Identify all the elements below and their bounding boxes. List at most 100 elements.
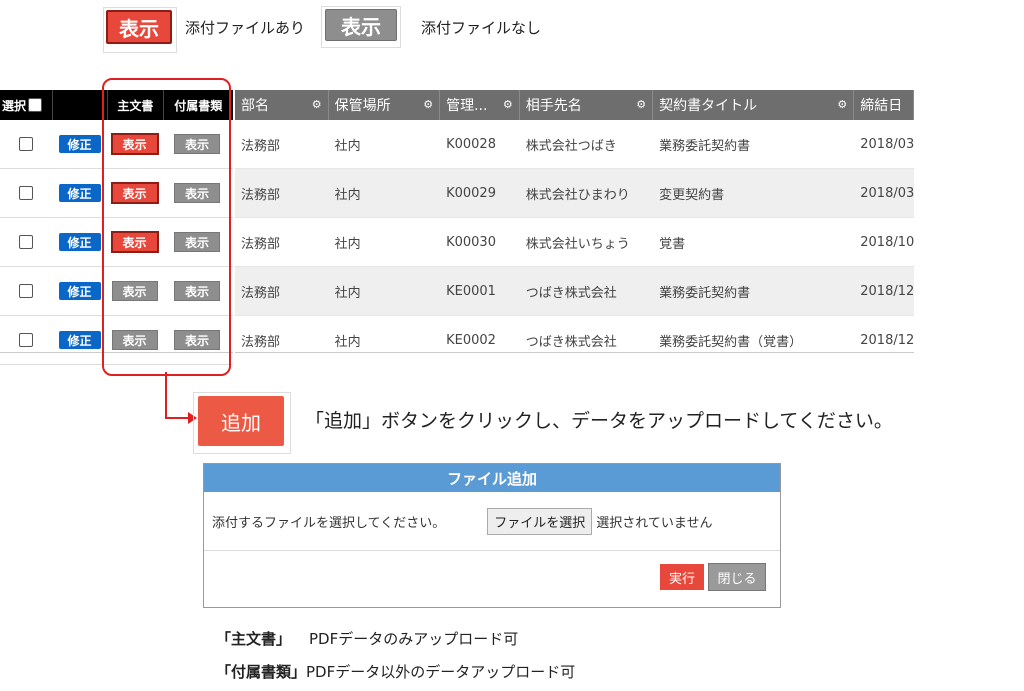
row-select-cell — [0, 333, 52, 347]
dialog-footer: 実行 閉じる — [204, 551, 780, 603]
table-cell: 社内 — [334, 285, 361, 301]
table-cell: つばき株式会社 — [525, 285, 617, 301]
grid-column-header[interactable]: 保管場所 ⚙ — [329, 90, 441, 120]
edit-cell: 修正 — [52, 282, 107, 300]
table-cell: 2018/10, — [860, 234, 914, 250]
column-header-label: 管理... — [446, 98, 488, 114]
table-cell: つばき株式会社 — [525, 334, 617, 350]
no-file-selected-text: 選択されていません — [596, 515, 713, 531]
table-cell: 社内 — [334, 334, 361, 350]
edit-button[interactable]: 修正 — [58, 184, 101, 202]
edit-cell: 修正 — [52, 233, 107, 251]
table-cell: 法務部 — [241, 138, 281, 154]
row-checkbox[interactable] — [19, 284, 33, 298]
table-cell: 社内 — [334, 138, 361, 154]
table-cell: 法務部 — [241, 334, 281, 350]
grid-column-header[interactable]: 締結日 — [854, 90, 914, 120]
legend-show-button-red: 表示 — [106, 10, 172, 44]
table-cell: 法務部 — [241, 187, 281, 203]
note-attached-doc: 「付属書類」PDFデータ以外のデータアップロード可 — [216, 661, 575, 682]
close-button[interactable]: 閉じる — [708, 563, 766, 591]
table-cell: 社内 — [334, 236, 361, 252]
edit-button[interactable]: 修正 — [58, 282, 101, 300]
table-cell: K00028 — [446, 136, 496, 152]
legend-without-attachment: 添付ファイルなし — [421, 19, 542, 37]
table-row[interactable]: 法務部 社内 K00030 株式会社いちょう 覚書 2018/10, — [235, 218, 914, 267]
grid-column-header[interactable]: 部名 ⚙ — [235, 90, 329, 120]
column-header-label: 部名 — [241, 98, 269, 114]
dialog-prompt: 添付するファイルを選択してください。 — [212, 515, 446, 531]
column-settings-icon[interactable]: ⚙ — [423, 98, 433, 111]
add-button[interactable]: 追加 — [198, 396, 284, 446]
table-cell: 2018/12, — [860, 283, 914, 299]
row-select-cell — [0, 186, 52, 200]
row-checkbox[interactable] — [19, 186, 33, 200]
table-cell: KE0001 — [446, 283, 496, 299]
dialog-title: ファイル追加 — [204, 464, 780, 492]
grid-column-header[interactable]: 相手先名 ⚙ — [520, 90, 654, 120]
grid-header: 部名 ⚙ 保管場所 ⚙ 管理... ⚙ 相手先名 ⚙ 契約書タイトル ⚙ 締結日 — [235, 90, 914, 120]
legend-show-button-gray: 表示 — [325, 9, 397, 41]
select-header: 選択 — [0, 97, 52, 114]
table-cell: 2018/12, — [860, 332, 914, 348]
note-main-doc: 「主文書」 PDFデータのみアップロード可 — [216, 628, 518, 649]
column-settings-icon[interactable]: ⚙ — [837, 98, 847, 111]
table-cell: 社内 — [334, 187, 361, 203]
table-cell: 2018/03, — [860, 136, 914, 152]
edit-cell: 修正 — [52, 331, 107, 349]
column-settings-icon[interactable]: ⚙ — [312, 98, 322, 111]
select-header-label: 選択 — [2, 98, 27, 113]
row-select-cell — [0, 235, 52, 249]
note-attached-doc-text: PDFデータ以外のデータアップロード可 — [306, 663, 576, 681]
table-cell: K00029 — [446, 185, 496, 201]
contract-grid: 部名 ⚙ 保管場所 ⚙ 管理... ⚙ 相手先名 ⚙ 契約書タイトル ⚙ 締結日 法務部 社内 K000… — [235, 90, 914, 353]
highlight-frame — [102, 78, 231, 376]
table-row[interactable]: 法務部 社内 KE0002 つばき株式会社 業務委託契約書（覚書） 2018/12, — [235, 316, 914, 352]
table-cell: 業務委託契約書（覚書） — [659, 334, 803, 350]
select-all-checkbox[interactable] — [28, 98, 43, 112]
column-header-label: 相手先名 — [525, 98, 582, 114]
table-cell: 法務部 — [241, 285, 281, 301]
row-select-cell — [0, 137, 52, 151]
table-cell: 業務委託契約書 — [659, 285, 751, 301]
grid-column-header[interactable]: 管理... ⚙ — [440, 90, 520, 120]
table-cell: 覚書 — [659, 236, 686, 252]
dialog-body: 添付するファイルを選択してください。 ファイルを選択 選択されていません — [204, 492, 780, 551]
edit-cell: 修正 — [52, 184, 107, 202]
edit-button[interactable]: 修正 — [58, 331, 101, 349]
file-add-dialog: ファイル追加 添付するファイルを選択してください。 ファイルを選択 選択されてい… — [203, 463, 781, 608]
table-cell: 株式会社ひまわり — [525, 187, 630, 203]
row-checkbox[interactable] — [19, 333, 33, 347]
grid-column-header[interactable]: 契約書タイトル ⚙ — [653, 90, 855, 120]
table-cell: 変更契約書 — [659, 187, 725, 203]
table-cell: KE0002 — [446, 332, 496, 348]
table-cell: 2018/03, — [860, 185, 914, 201]
table-row[interactable]: 法務部 社内 K00029 株式会社ひまわり 変更契約書 2018/03, — [235, 169, 914, 218]
note-main-doc-term: 「主文書」 — [216, 630, 292, 648]
table-row[interactable]: 法務部 社内 K00028 株式会社つばき 業務委託契約書 2018/03, — [235, 120, 914, 169]
table-row[interactable]: 法務部 社内 KE0001 つばき株式会社 業務委託契約書 2018/12, — [235, 267, 914, 316]
column-header-label: 保管場所 — [334, 98, 391, 114]
legend-with-attachment: 添付ファイルあり — [185, 19, 306, 37]
row-checkbox[interactable] — [19, 235, 33, 249]
row-checkbox[interactable] — [19, 137, 33, 151]
choose-file-button[interactable]: ファイルを選択 — [487, 507, 593, 535]
table-cell: 業務委託契約書 — [659, 138, 751, 154]
column-settings-icon[interactable]: ⚙ — [636, 98, 646, 111]
table-cell: 株式会社いちょう — [525, 236, 630, 252]
edit-cell: 修正 — [52, 135, 107, 153]
instruction-text: 「追加」ボタンをクリックし、データをアップロードしてください。 — [305, 410, 893, 432]
grid-body: 法務部 社内 K00028 株式会社つばき 業務委託契約書 2018/03, 法務部 社内 K0… — [235, 120, 914, 352]
edit-button[interactable]: 修正 — [58, 135, 101, 153]
note-attached-doc-term: 「付属書類」 — [216, 663, 307, 681]
note-main-doc-text: PDFデータのみアップロード可 — [309, 630, 519, 648]
row-select-cell — [0, 284, 52, 298]
edit-header — [51, 90, 108, 120]
table-cell: K00030 — [446, 234, 496, 250]
column-settings-icon[interactable]: ⚙ — [503, 98, 513, 111]
edit-button[interactable]: 修正 — [58, 233, 101, 251]
column-header-label: 契約書タイトル — [659, 98, 758, 114]
execute-button[interactable]: 実行 — [660, 564, 704, 590]
table-cell: 法務部 — [241, 236, 281, 252]
table-cell: 株式会社つばき — [525, 138, 617, 154]
